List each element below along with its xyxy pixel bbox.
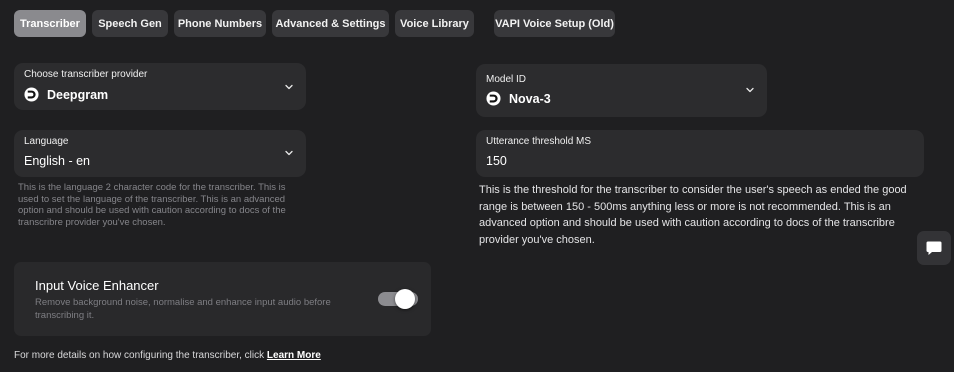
chevron-down-icon [285, 84, 293, 90]
utterance-threshold-label: Utterance threshold MS [486, 136, 592, 147]
tab-vapi-voice-setup-old[interactable]: VAPI Voice Setup (Old) [494, 10, 615, 37]
enhancer-title: Input Voice Enhancer [35, 278, 159, 293]
enhancer-toggle[interactable] [378, 289, 418, 309]
transcriber-settings-page: Transcriber Speech Gen Phone Numbers Adv… [0, 0, 954, 372]
tab-voice-library[interactable]: Voice Library [395, 10, 474, 37]
provider-select[interactable]: Choose transcriber provider Deepgram [14, 63, 306, 110]
model-id-value: Nova-3 [486, 91, 551, 106]
chevron-down-icon [746, 87, 754, 93]
chevron-down-icon [285, 150, 293, 156]
utterance-threshold-value: 150 [486, 154, 507, 168]
model-id-label: Model ID [486, 74, 527, 85]
input-voice-enhancer-card: Input Voice Enhancer Remove background n… [14, 262, 431, 336]
tab-advanced-settings[interactable]: Advanced & Settings [272, 10, 389, 37]
language-select[interactable]: Language English - en [14, 130, 306, 177]
utterance-threshold-input[interactable]: Utterance threshold MS 150 [476, 130, 924, 177]
enhancer-description: Remove background noise, normalise and e… [35, 297, 331, 321]
model-id-select[interactable]: Model ID Nova-3 [476, 64, 767, 117]
language-help-text: This is the language 2 character code fo… [18, 182, 286, 228]
provider-value: Deepgram [24, 87, 108, 102]
chat-button[interactable] [917, 231, 951, 265]
utterance-help-text: This is the threshold for the transcribe… [479, 184, 907, 246]
toggle-knob [395, 289, 415, 309]
provider-value-text: Deepgram [47, 87, 109, 102]
tab-phone-numbers[interactable]: Phone Numbers [174, 10, 266, 37]
footer-text: For more details on how configuring the … [14, 350, 265, 361]
deepgram-icon [486, 91, 501, 106]
deepgram-icon [24, 87, 39, 102]
model-id-value-text: Nova-3 [509, 91, 551, 106]
tab-transcriber[interactable]: Transcriber [14, 10, 86, 37]
language-label: Language [24, 136, 69, 147]
tab-speech-gen[interactable]: Speech Gen [92, 10, 168, 37]
footer-note: For more details on how configuring the … [14, 350, 321, 361]
language-value: English - en [24, 154, 91, 168]
chat-bubble-icon [926, 241, 942, 255]
provider-label: Choose transcriber provider [24, 69, 148, 80]
learn-more-link[interactable]: Learn More [267, 350, 321, 361]
